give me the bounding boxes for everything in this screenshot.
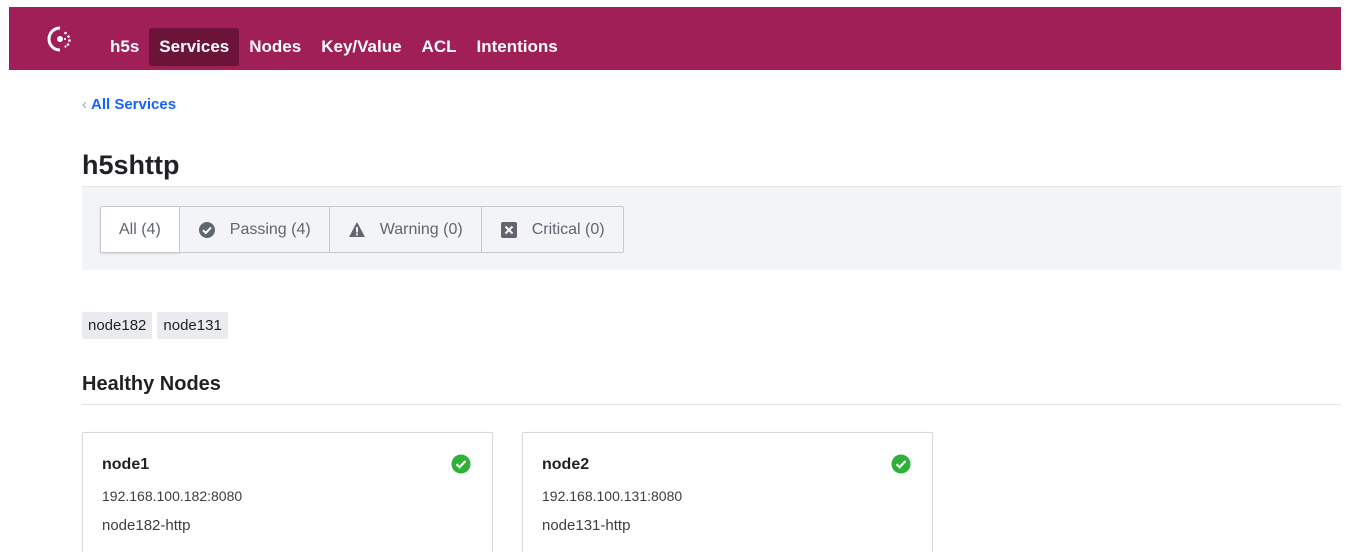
nav-nodes[interactable]: Nodes — [239, 28, 311, 66]
nav-intentions[interactable]: Intentions — [467, 28, 568, 66]
filter-warning-label: Warning (0) — [379, 220, 463, 238]
nav-key-value[interactable]: Key/Value — [311, 28, 411, 66]
filter-all[interactable]: All (4) — [100, 206, 180, 253]
check-circle-icon — [451, 454, 471, 474]
filter-passing[interactable]: Passing (4) — [179, 206, 330, 253]
filter-all-label: All (4) — [119, 220, 161, 238]
tag: node131 — [157, 312, 228, 339]
page-title: h5shttp — [82, 150, 180, 180]
warning-icon — [348, 221, 366, 238]
node-service-id: node131-http — [542, 517, 631, 534]
consul-logo-icon[interactable] — [47, 26, 73, 52]
health-filter-bar: All (4) Passing (4) Warning (0) Critical… — [82, 186, 1341, 270]
breadcrumb-all-services[interactable]: ‹ All Services — [82, 96, 176, 113]
node-service-id: node182-http — [102, 517, 191, 534]
service-tags: node182 node131 — [82, 312, 228, 339]
node-card[interactable]: node1 192.168.100.182:8080 node182-http — [82, 432, 493, 552]
node-address: 192.168.100.131:8080 — [542, 488, 683, 504]
healthy-nodes-heading: Healthy Nodes — [82, 373, 221, 395]
top-navigation-bar: h5s Services Nodes Key/Value ACL Intenti… — [9, 7, 1341, 70]
check-circle-icon — [198, 221, 216, 239]
tag: node182 — [82, 312, 153, 339]
nav-acl[interactable]: ACL — [412, 28, 467, 66]
nav-datacenter-h5s[interactable]: h5s — [100, 28, 149, 66]
breadcrumb-label: All Services — [91, 96, 177, 113]
chevron-left-icon: ‹ — [82, 96, 87, 113]
filter-critical-label: Critical (0) — [531, 220, 605, 238]
filter-passing-label: Passing (4) — [229, 220, 311, 238]
node-name: node1 — [102, 456, 150, 473]
node-address: 192.168.100.182:8080 — [102, 488, 243, 504]
node-name: node2 — [542, 456, 590, 473]
main-nav: h5s Services Nodes Key/Value ACL Intenti… — [100, 28, 568, 66]
nav-services[interactable]: Services — [149, 28, 240, 66]
filter-critical[interactable]: Critical (0) — [481, 206, 624, 253]
check-circle-icon — [891, 454, 911, 474]
filter-warning[interactable]: Warning (0) — [329, 206, 482, 253]
critical-x-icon — [500, 221, 518, 239]
node-card[interactable]: node2 192.168.100.131:8080 node131-http — [522, 432, 933, 552]
divider — [82, 404, 1341, 405]
health-filter-group: All (4) Passing (4) Warning (0) Critical… — [100, 206, 624, 253]
